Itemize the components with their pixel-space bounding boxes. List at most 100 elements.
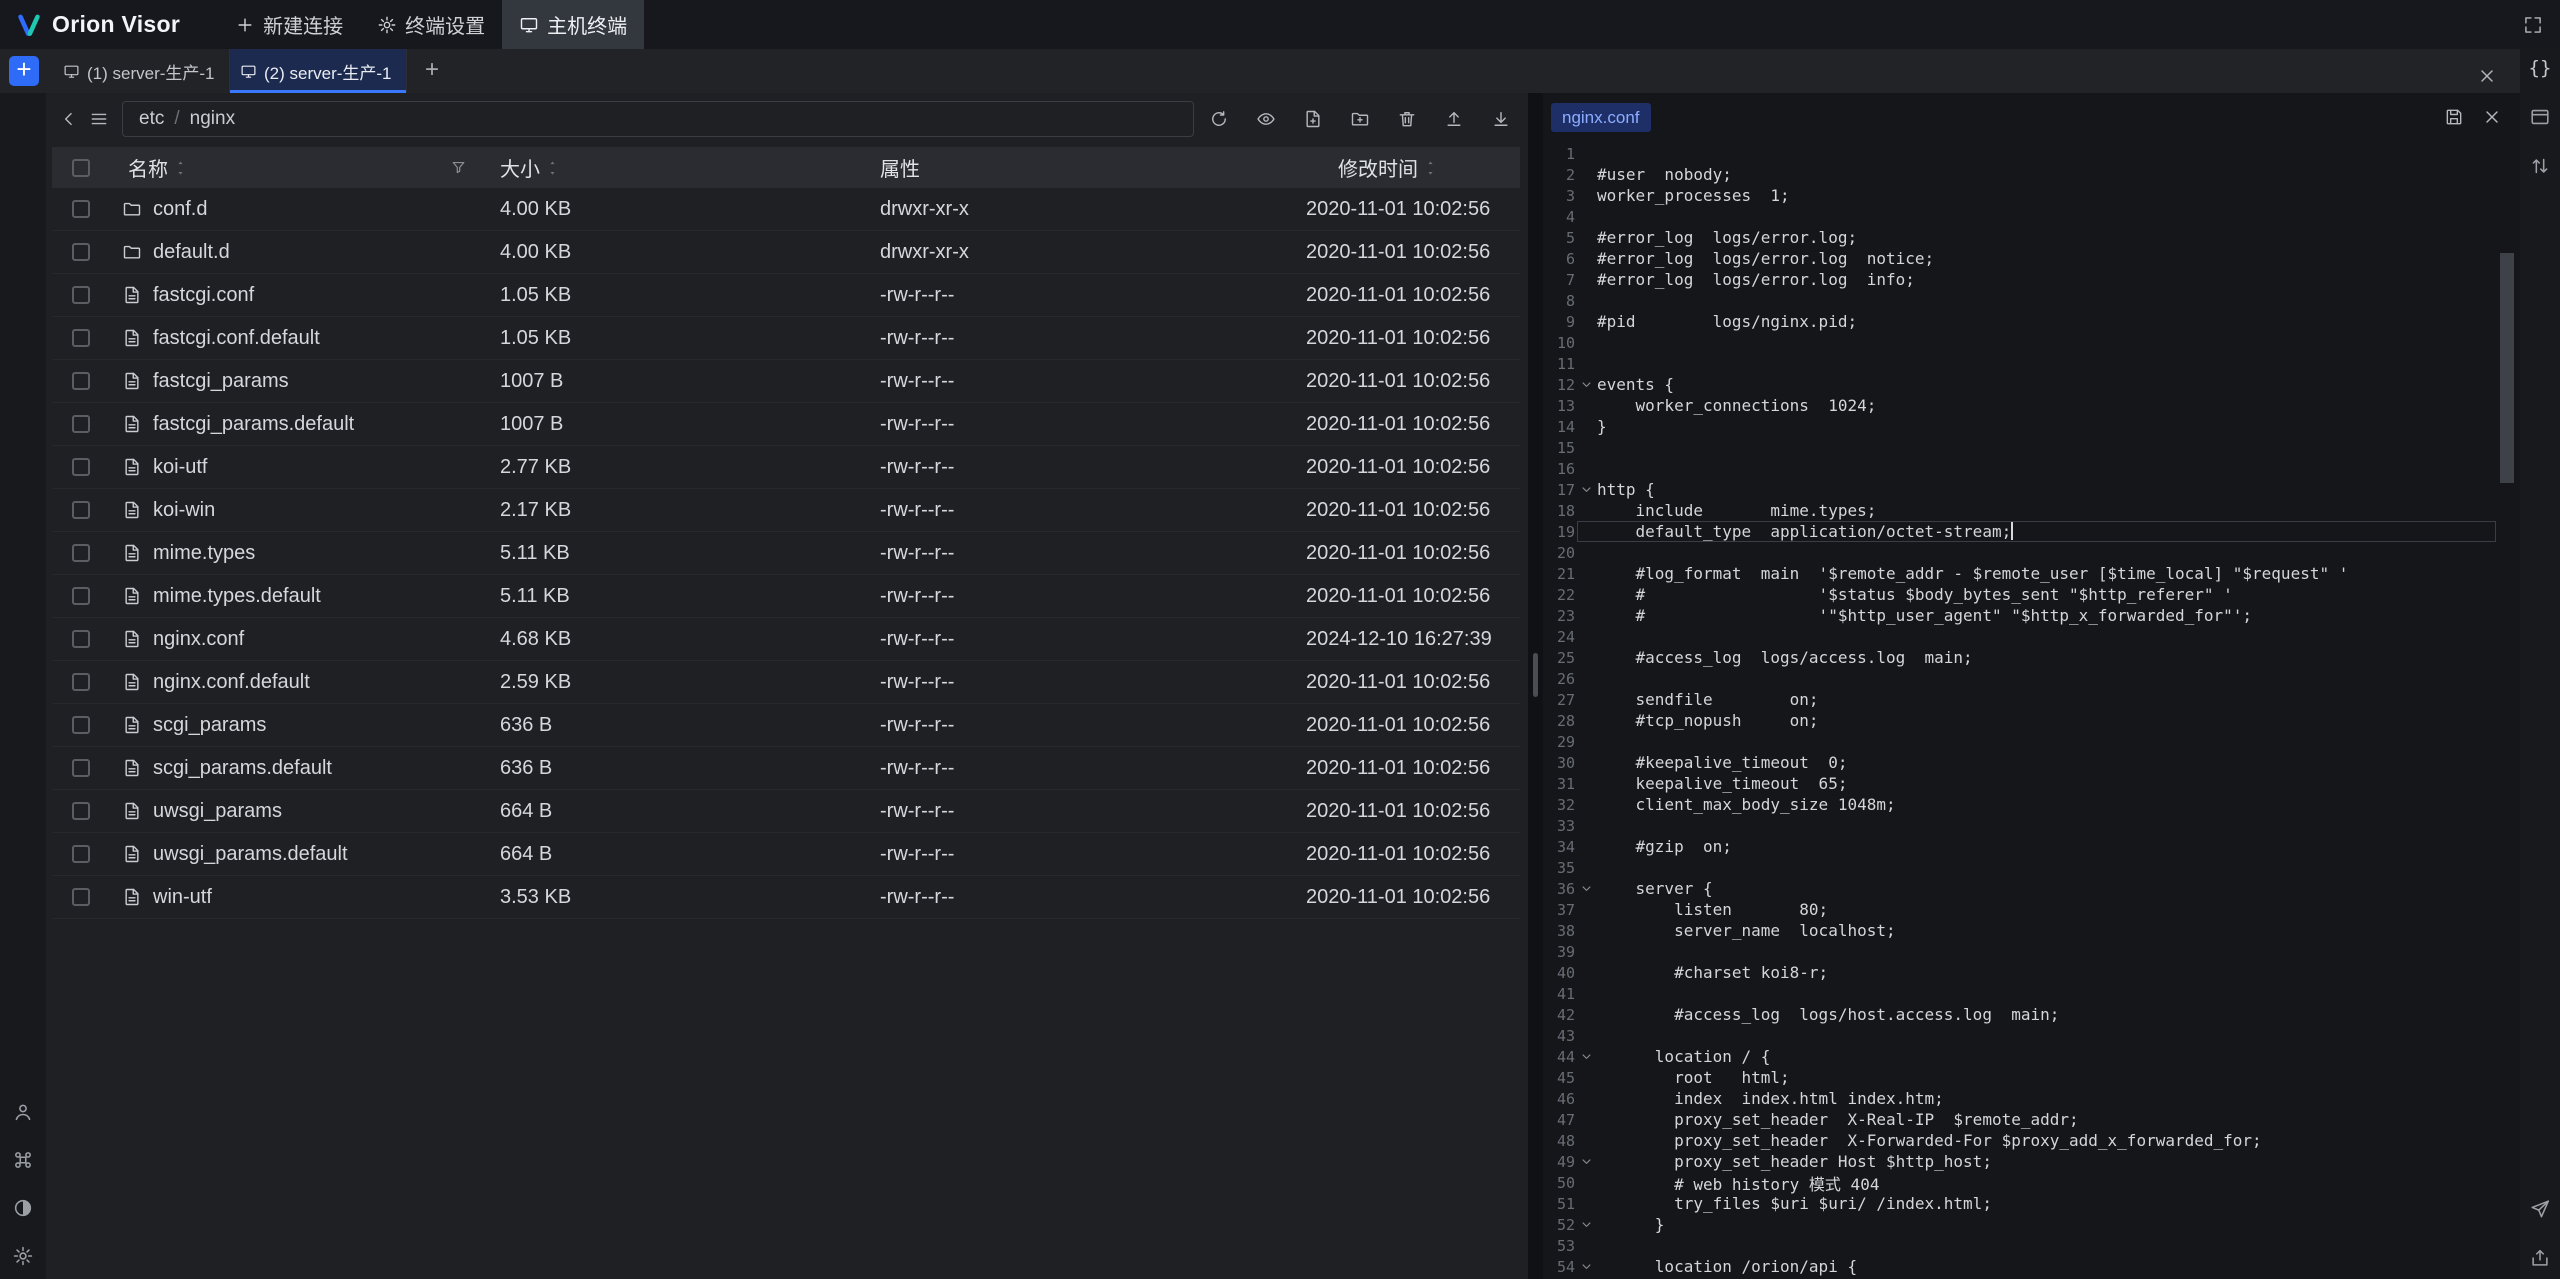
code-line[interactable]: 4 [1543,206,2496,227]
code-line[interactable]: 23 # '"$http_user_agent" "$http_x_forwar… [1543,605,2496,626]
code-line[interactable]: 33 [1543,815,2496,836]
table-row[interactable]: koi-utf2.77 KB-rw-r--r--2020-11-01 10:02… [52,446,1520,489]
file-name[interactable]: fastcgi_params.default [153,413,354,436]
code-line[interactable]: 42 #access_log logs/host.access.log main… [1543,1004,2496,1025]
code-line[interactable]: 15 [1543,437,2496,458]
row-checkbox[interactable] [72,587,90,605]
file-name[interactable]: scgi_params.default [153,757,332,780]
fold-chevron-icon[interactable] [1575,1259,1597,1274]
editor-scrollbar[interactable] [2500,93,2514,1279]
row-checkbox[interactable] [72,630,90,648]
panel-close-button[interactable] [2472,61,2502,91]
row-checkbox[interactable] [72,845,90,863]
breadcrumb-item[interactable]: etc [139,108,164,130]
file-name[interactable]: koi-win [153,499,215,522]
code-line[interactable]: 53 [1543,1235,2496,1256]
sort-name-control[interactable] [174,159,187,177]
fold-chevron-icon[interactable] [1575,377,1597,392]
menu-item-host-terminal[interactable]: 主机终端 [502,0,644,49]
code-line[interactable]: 16 [1543,458,2496,479]
file-name[interactable]: mime.types [153,542,255,565]
back-button[interactable] [54,104,84,134]
table-row[interactable]: fastcgi.conf1.05 KB-rw-r--r--2020-11-01 … [52,274,1520,317]
file-name[interactable]: koi-utf [153,456,207,479]
code-line[interactable]: 36 server { [1543,878,2496,899]
breadcrumb-item[interactable]: nginx [190,108,235,130]
settings-icon[interactable] [12,1245,34,1267]
menu-item-terminal-settings[interactable]: 终端设置 [360,0,502,49]
new-terminal-button[interactable]: + [9,56,39,86]
code-line[interactable]: 20 [1543,542,2496,563]
code-line[interactable]: 41 [1543,983,2496,1004]
export-icon[interactable] [2529,1247,2551,1269]
code-line[interactable]: 6#error_log logs/error.log notice; [1543,248,2496,269]
code-line[interactable]: 29 [1543,731,2496,752]
code-line[interactable]: 7#error_log logs/error.log info; [1543,269,2496,290]
code-line[interactable]: 31 keepalive_timeout 65; [1543,773,2496,794]
code-line[interactable]: 21 #log_format main '$remote_addr - $rem… [1543,563,2496,584]
filter-icon[interactable] [450,159,467,176]
row-checkbox[interactable] [72,716,90,734]
row-checkbox[interactable] [72,544,90,562]
code-line[interactable]: 26 [1543,668,2496,689]
new-folder-button[interactable] [1345,104,1375,134]
swap-icon[interactable] [2529,155,2551,177]
row-checkbox[interactable] [72,458,90,476]
code-line[interactable]: 18 include mime.types; [1543,500,2496,521]
upload-button[interactable] [1439,104,1469,134]
select-all-checkbox[interactable] [72,159,90,177]
sort-mtime-control[interactable] [1424,159,1437,177]
table-row[interactable]: default.d4.00 KBdrwxr-xr-x2020-11-01 10:… [52,231,1520,274]
theme-icon[interactable] [12,1197,34,1219]
code-line[interactable]: 14} [1543,416,2496,437]
braces-icon[interactable]: {} [2529,57,2552,79]
code-line[interactable]: 10 [1543,332,2496,353]
row-checkbox[interactable] [72,673,90,691]
code-line[interactable]: 34 #gzip on; [1543,836,2496,857]
file-name[interactable]: scgi_params [153,714,266,737]
new-file-button[interactable] [1298,104,1328,134]
table-row[interactable]: koi-win2.17 KB-rw-r--r--2020-11-01 10:02… [52,489,1520,532]
fullscreen-button[interactable] [2518,10,2548,40]
code-line[interactable]: 37 listen 80; [1543,899,2496,920]
code-line[interactable]: 51 try_files $uri $uri/ /index.html; [1543,1193,2496,1214]
user-icon[interactable] [12,1101,34,1123]
code-line[interactable]: 11 [1543,353,2496,374]
table-row[interactable]: fastcgi.conf.default1.05 KB-rw-r--r--202… [52,317,1520,360]
file-name[interactable]: fastcgi.conf.default [153,327,320,350]
code-line[interactable]: 49 proxy_set_header Host $http_host; [1543,1151,2496,1172]
file-name[interactable]: conf.d [153,198,207,221]
table-row[interactable]: uwsgi_params664 B-rw-r--r--2020-11-01 10… [52,790,1520,833]
row-checkbox[interactable] [72,329,90,347]
fold-chevron-icon[interactable] [1575,881,1597,896]
code-line[interactable]: 9#pid logs/nginx.pid; [1543,311,2496,332]
code-line[interactable]: 27 sendfile on; [1543,689,2496,710]
code-line[interactable]: 38 server_name localhost; [1543,920,2496,941]
fold-chevron-icon[interactable] [1575,1154,1597,1169]
open-file-tag[interactable]: nginx.conf [1551,103,1651,132]
row-checkbox[interactable] [72,802,90,820]
sort-size-control[interactable] [546,159,559,177]
command-icon[interactable] [12,1149,34,1171]
code-line[interactable]: 1 [1543,143,2496,164]
table-row[interactable]: scgi_params.default636 B-rw-r--r--2020-1… [52,747,1520,790]
fold-chevron-icon[interactable] [1575,1049,1597,1064]
row-checkbox[interactable] [72,286,90,304]
code-line[interactable]: 43 [1543,1025,2496,1046]
code-line[interactable]: 40 #charset koi8-r; [1543,962,2496,983]
code-line[interactable]: 48 proxy_set_header X-Forwarded-For $pro… [1543,1130,2496,1151]
fold-chevron-icon[interactable] [1575,482,1597,497]
window-icon[interactable] [2529,106,2551,128]
code-line[interactable]: 52 } [1543,1214,2496,1235]
table-row[interactable]: nginx.conf.default2.59 KB-rw-r--r--2020-… [52,661,1520,704]
code-line[interactable]: 3worker_processes 1; [1543,185,2496,206]
code-line[interactable]: 17http { [1543,479,2496,500]
table-row[interactable]: mime.types5.11 KB-rw-r--r--2020-11-01 10… [52,532,1520,575]
code-line[interactable]: 24 [1543,626,2496,647]
delete-button[interactable] [1392,104,1422,134]
code-line[interactable]: 5#error_log logs/error.log; [1543,227,2496,248]
file-name[interactable]: nginx.conf [153,628,244,651]
file-name[interactable]: uwsgi_params.default [153,843,348,866]
close-icon[interactable] [2482,107,2502,127]
table-row[interactable]: mime.types.default5.11 KB-rw-r--r--2020-… [52,575,1520,618]
